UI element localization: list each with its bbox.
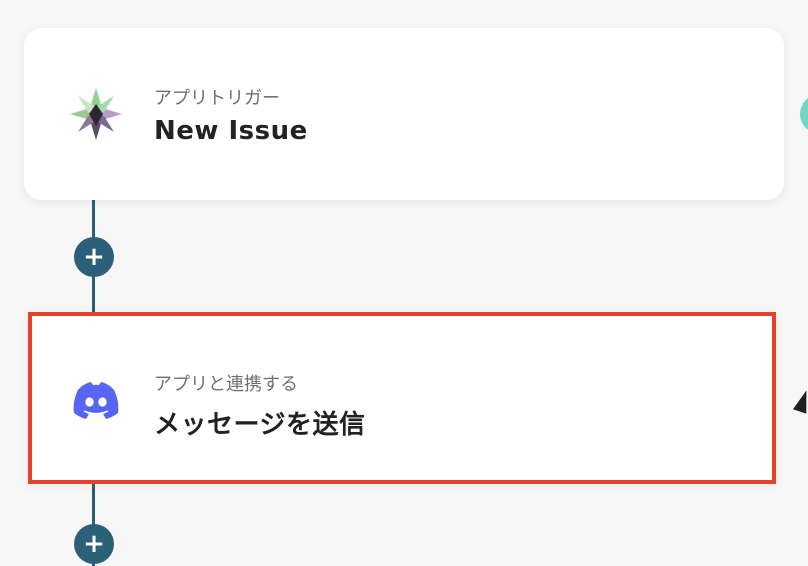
step-title: メッセージを送信 bbox=[154, 410, 366, 440]
app-trigger-star-icon bbox=[68, 86, 124, 142]
side-panel-status-dot bbox=[800, 94, 808, 134]
flow-step-card-action[interactable]: アプリと連携する メッセージを送信 bbox=[28, 312, 776, 484]
flow-step-card-trigger[interactable]: アプリトリガー New Issue bbox=[24, 28, 784, 200]
step-type-label: アプリトリガー bbox=[154, 88, 280, 109]
add-step-button[interactable]: + bbox=[74, 524, 114, 564]
side-panel-edge-icon bbox=[792, 388, 808, 414]
add-step-button[interactable]: + bbox=[74, 237, 114, 277]
step-title: New Issue bbox=[154, 116, 308, 146]
step-type-label: アプリと連携する bbox=[154, 374, 298, 395]
discord-icon bbox=[68, 372, 124, 428]
